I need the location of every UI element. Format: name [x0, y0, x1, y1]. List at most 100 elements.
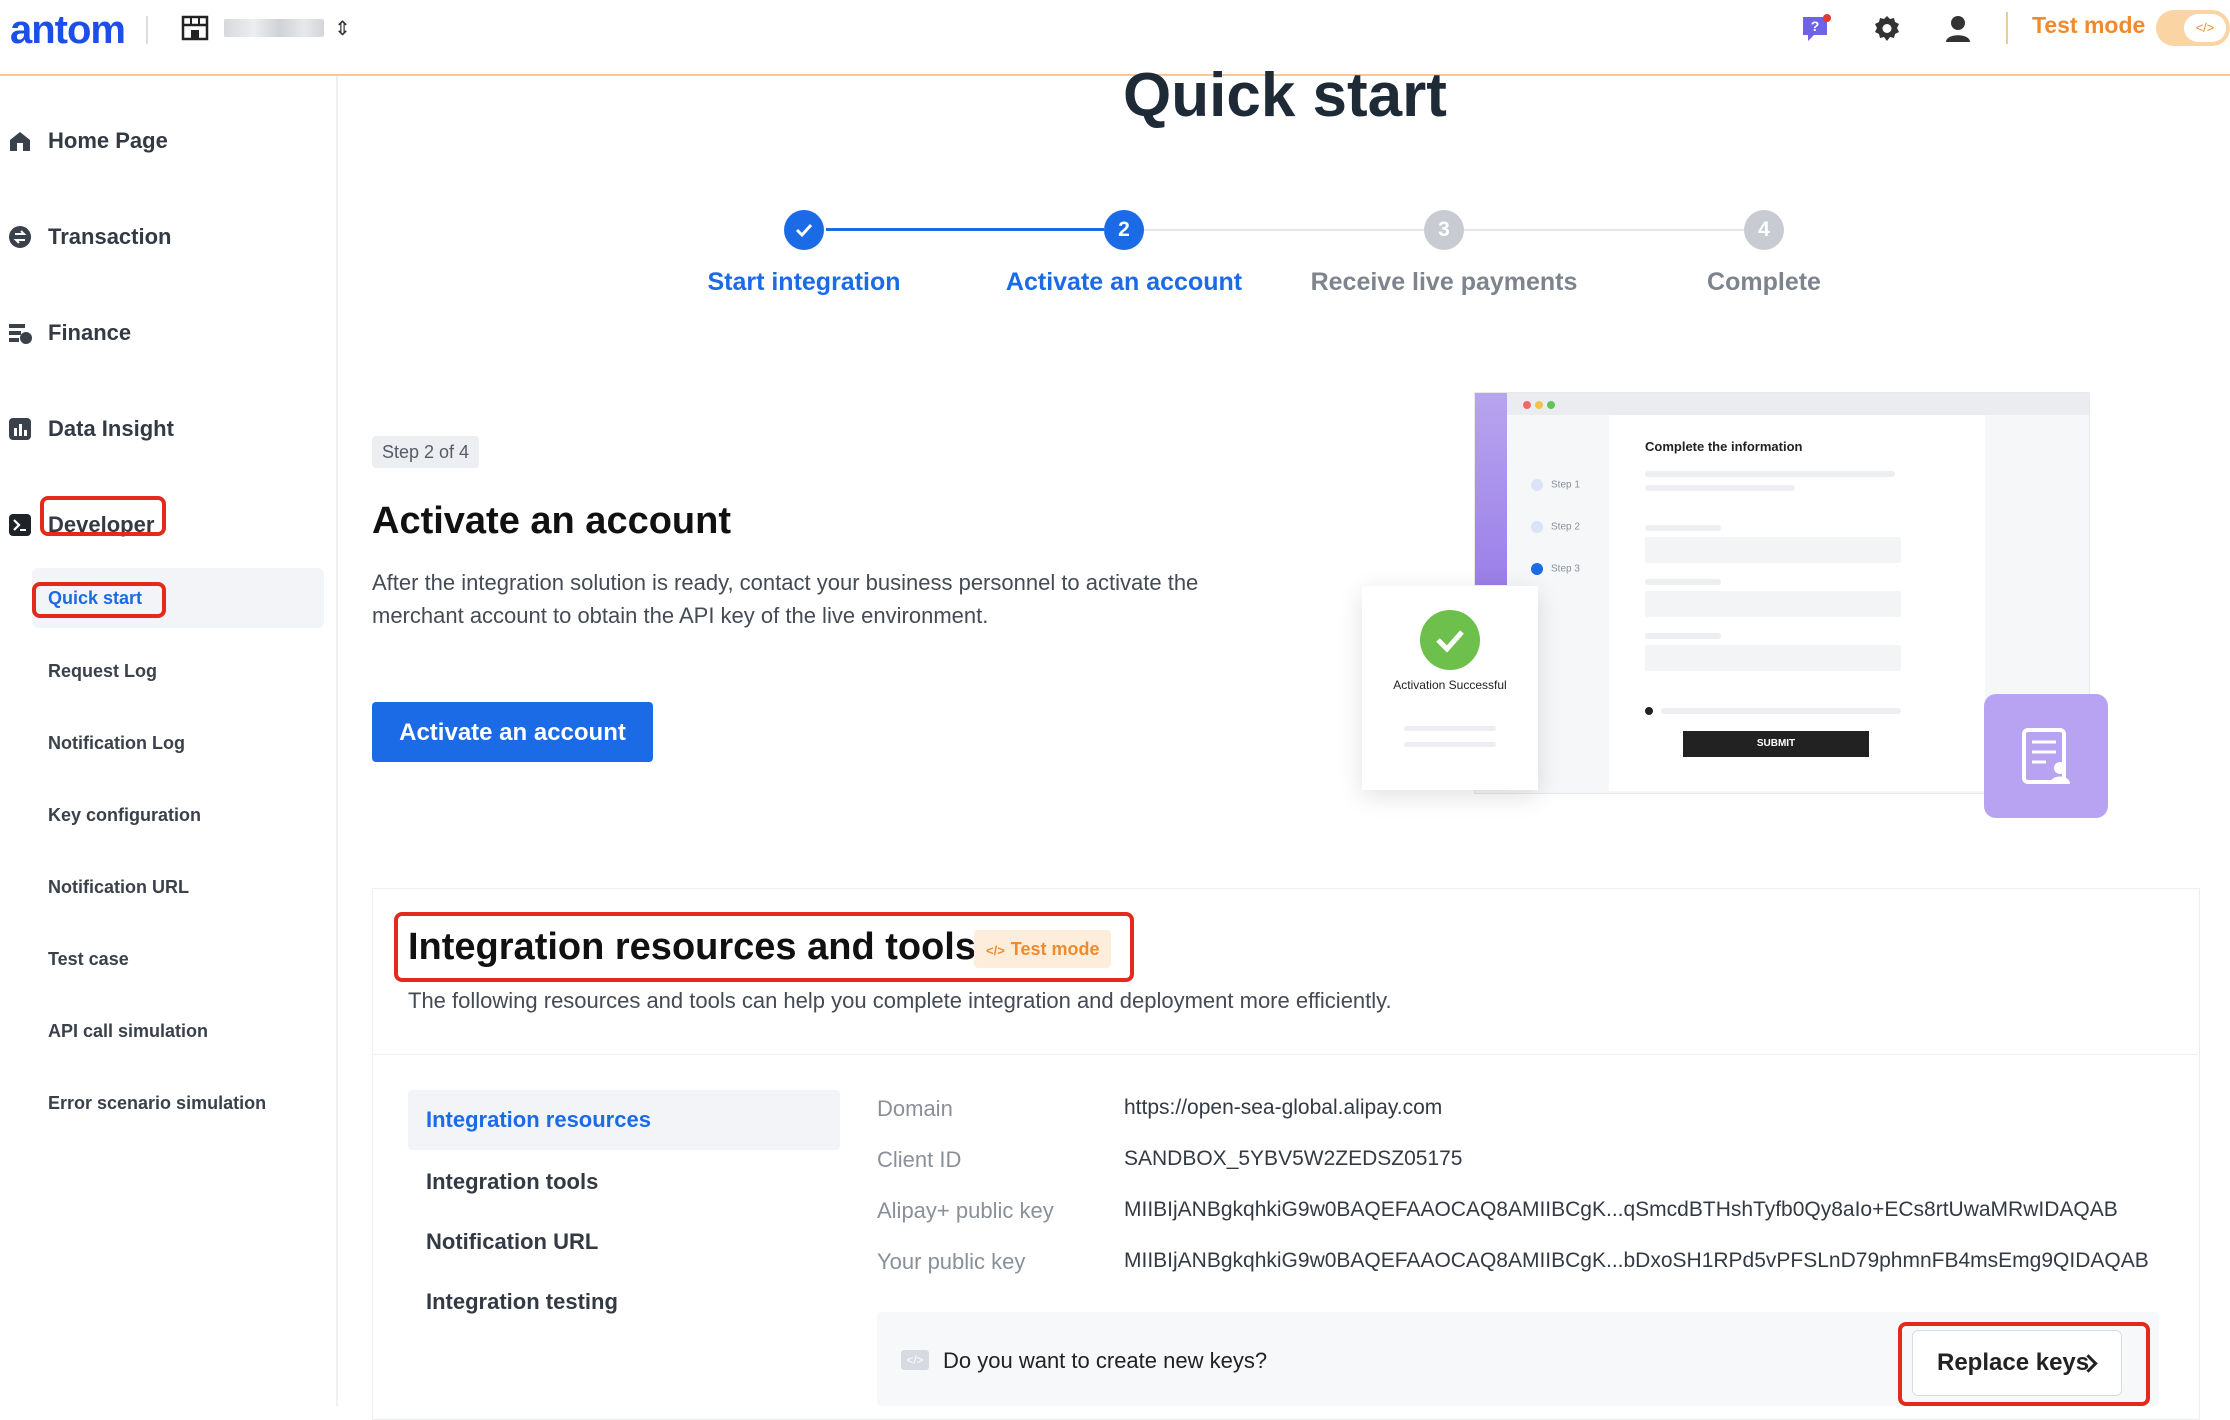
new-keys-prompt: Do you want to create new keys?: [943, 1348, 1268, 1373]
annotation-highlight: [394, 912, 1134, 982]
stepper-line-pending: [1144, 229, 1424, 231]
illustration-step-label: Step 2: [1551, 521, 1580, 533]
illustration-sidebar: [1475, 393, 1507, 585]
window-dot-red: [1523, 401, 1531, 409]
toggle-knob-glyph: </>: [2184, 14, 2226, 42]
sidebar-sub-error-scenario-simulation[interactable]: Error scenario simulation: [0, 1084, 336, 1124]
placeholder-line: [1404, 726, 1496, 731]
sidebar-sub-label: Key configuration: [48, 805, 202, 825]
svg-text:?: ?: [1811, 18, 1820, 34]
gear-icon[interactable]: [1872, 14, 1902, 44]
step-3-circle: 3: [1424, 210, 1464, 250]
store-icon[interactable]: [180, 14, 210, 42]
data-insight-icon: [9, 418, 31, 440]
tab-integration-resources[interactable]: Integration resources: [408, 1090, 840, 1150]
window-dot-green: [1547, 401, 1555, 409]
transaction-icon: [9, 226, 31, 248]
sidebar-sub-label: Test case: [48, 949, 129, 969]
placeholder-line: [1404, 742, 1496, 747]
sidebar-item-label: Home Page: [48, 128, 168, 153]
placeholder-line: [1645, 471, 1895, 477]
illustration-form: Complete the information SUBMIT: [1609, 415, 1985, 791]
placeholder-radio: [1645, 707, 1653, 715]
divider: [2006, 12, 2008, 44]
panel-divider: [372, 1054, 2198, 1055]
page-title: Quick start: [1123, 61, 1447, 130]
domain-label: Domain: [877, 1096, 953, 1121]
success-check-icon: [1420, 610, 1480, 670]
placeholder-line: [1645, 633, 1721, 639]
antom-logo[interactable]: antom: [10, 8, 126, 53]
step-3-label: Receive live payments: [1310, 268, 1578, 296]
step-4-circle: 4: [1744, 210, 1784, 250]
illustration-titlebar: [1475, 393, 2089, 415]
your-public-key-label: Your public key: [877, 1249, 1026, 1274]
illustration-form-title: Complete the information: [1645, 439, 1803, 454]
sidebar-item-label: Transaction: [48, 224, 172, 249]
developer-icon: [9, 514, 31, 536]
sidebar-sub-key-configuration[interactable]: Key configuration: [0, 796, 336, 836]
client-id-value[interactable]: SANDBOX_5YBV5W2ZEDSZ05175: [1124, 1147, 1462, 1171]
merchant-name-redacted[interactable]: [224, 19, 324, 37]
sidebar-sub-api-call-simulation[interactable]: API call simulation: [0, 1012, 336, 1052]
switch-merchant-icon[interactable]: ⇕: [334, 16, 351, 41]
alipay-public-key-value[interactable]: MIIBIjANBgkqhkiG9w0BAQEFAAOCAQ8AMIIBCgK.…: [1124, 1198, 2118, 1222]
illustration-step-3: Step 3: [1531, 563, 1580, 575]
sidebar-sub-label: Notification Log: [48, 733, 185, 753]
sidebar-sub-notification-url[interactable]: Notification URL: [0, 868, 336, 908]
divider: [146, 16, 148, 44]
sidebar-item-data-insight[interactable]: Data Insight: [0, 404, 336, 454]
sidebar: Home Page Transaction Finance Data Insig…: [0, 76, 338, 1406]
step-2-circle: 2: [1104, 210, 1144, 250]
test-mode-label: Test mode: [2032, 12, 2146, 38]
step-1-label[interactable]: Start integration: [644, 268, 964, 297]
tab-integration-testing[interactable]: Integration testing: [408, 1272, 840, 1332]
domain-value[interactable]: https://open-sea-global.alipay.com: [1124, 1096, 1442, 1120]
section-title: Activate an account: [372, 500, 731, 542]
annotation-highlight: [1898, 1322, 2150, 1406]
finance-icon: [9, 324, 32, 344]
annotation-highlight: [32, 582, 166, 618]
your-public-key-value[interactable]: MIIBIjANBgkqhkiG9w0BAQEFAAOCAQ8AMIIBCgK.…: [1124, 1249, 2149, 1273]
activate-account-button[interactable]: Activate an account: [372, 702, 653, 762]
section-description: After the integration solution is ready,…: [372, 570, 1199, 628]
sidebar-sub-test-case[interactable]: Test case: [0, 940, 336, 980]
activation-success-text: Activation Successful: [1393, 678, 1507, 692]
sidebar-sub-label: Error scenario simulation: [48, 1093, 267, 1113]
sidebar-item-label: Data Insight: [48, 416, 174, 441]
client-id-label: Client ID: [877, 1147, 962, 1172]
sidebar-item-finance[interactable]: Finance: [0, 308, 336, 358]
placeholder-line: [1645, 525, 1721, 531]
annotation-highlight: [40, 496, 166, 536]
illustration-step-2: Step 2: [1531, 521, 1580, 533]
stepper-line-done: [826, 228, 1104, 231]
home-icon: [10, 132, 30, 151]
placeholder-field: [1645, 591, 1901, 617]
illustration-step-1: Step 1: [1531, 479, 1580, 491]
step-4-label: Complete: [1707, 268, 1821, 296]
alipay-public-key-label: Alipay+ public key: [877, 1198, 1054, 1223]
step-2-label[interactable]: Activate an account: [964, 268, 1284, 297]
user-icon[interactable]: [1944, 14, 1972, 44]
code-icon: </>: [901, 1350, 929, 1370]
stepper-line-pending: [1464, 229, 1744, 231]
sidebar-sub-notification-log[interactable]: Notification Log: [0, 724, 336, 764]
activation-success-card: Activation Successful: [1362, 586, 1538, 790]
sidebar-item-transaction[interactable]: Transaction: [0, 212, 336, 262]
illustration-submit-button: SUBMIT: [1683, 731, 1869, 757]
illustration-step-label: Step 1: [1551, 479, 1580, 491]
document-user-icon: [1984, 694, 2108, 818]
resources-description: The following resources and tools can he…: [408, 988, 1392, 1013]
tab-integration-tools[interactable]: Integration tools: [408, 1152, 840, 1212]
placeholder-line: [1645, 485, 1795, 491]
placeholder-line: [1645, 579, 1721, 585]
sidebar-sub-request-log[interactable]: Request Log: [0, 652, 336, 692]
sidebar-sub-label: Request Log: [48, 661, 158, 681]
illustration-step-label: Step 3: [1551, 563, 1580, 575]
sidebar-sub-label: API call simulation: [48, 1021, 209, 1041]
help-message-icon[interactable]: ?: [1800, 14, 1832, 44]
placeholder-field: [1645, 645, 1901, 671]
sidebar-item-label: Finance: [48, 320, 132, 345]
test-mode-toggle[interactable]: </>: [2156, 10, 2230, 46]
tab-notification-url[interactable]: Notification URL: [408, 1212, 840, 1272]
